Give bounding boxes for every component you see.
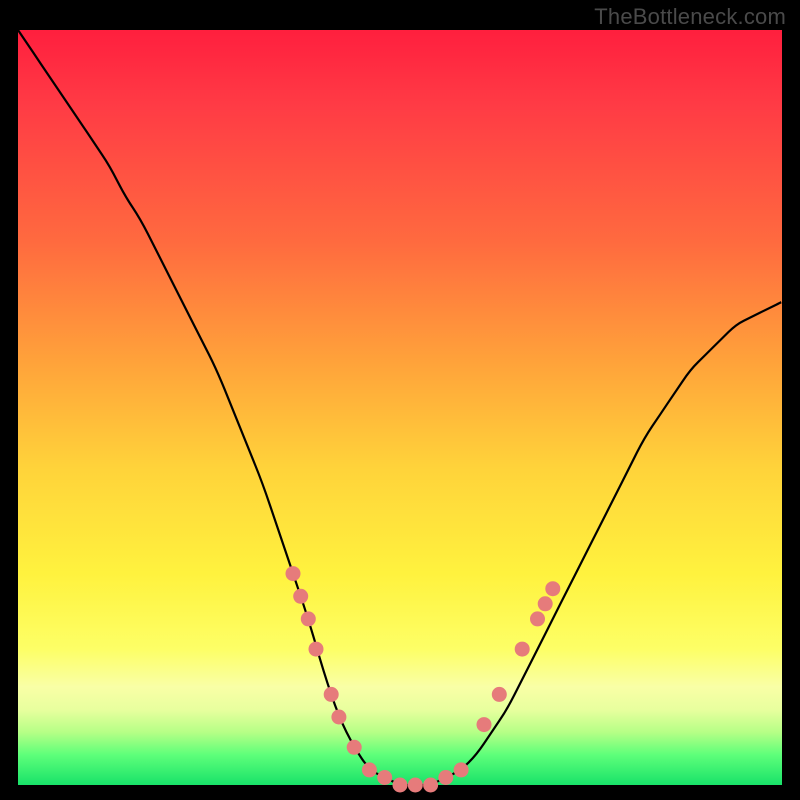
bottleneck-curve-line — [18, 30, 782, 785]
marker-dot — [530, 611, 545, 626]
marker-dot — [454, 762, 469, 777]
marker-dot — [293, 589, 308, 604]
marker-dot — [492, 687, 507, 702]
marker-dot — [477, 717, 492, 732]
marker-dot — [377, 770, 392, 785]
marker-dot — [423, 778, 438, 793]
chart-svg — [18, 30, 782, 785]
marker-dot — [515, 642, 530, 657]
marker-dot — [331, 710, 346, 725]
marker-dot — [362, 762, 377, 777]
marker-dot — [408, 778, 423, 793]
marker-dot — [286, 566, 301, 581]
marker-dot — [545, 581, 560, 596]
watermark-text: TheBottleneck.com — [594, 4, 786, 30]
marker-dot — [301, 611, 316, 626]
marker-dot — [309, 642, 324, 657]
plot-area — [18, 30, 782, 785]
marker-dot — [538, 596, 553, 611]
marker-dot — [347, 740, 362, 755]
marker-dot — [393, 778, 408, 793]
marker-dot — [438, 770, 453, 785]
marker-dot — [324, 687, 339, 702]
chart-frame: TheBottleneck.com — [0, 0, 800, 800]
